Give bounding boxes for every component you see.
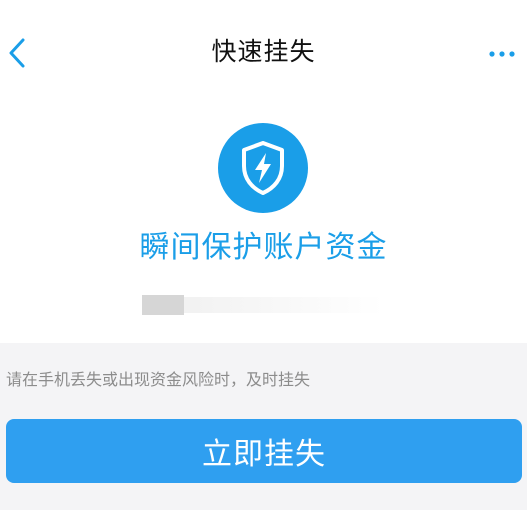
more-horizontal-icon [489,51,515,57]
shield-lightning-icon [218,123,308,213]
redaction-block [142,295,184,315]
top-card: 快速挂失 瞬间保护账户资金 [0,0,527,343]
redaction-blur [184,297,384,313]
page-title: 快速挂失 [211,37,316,66]
more-button[interactable] [487,44,519,64]
hint-text: 请在手机丢失或出现资金风险时，及时挂失 [6,370,311,389]
hero-tagline: 瞬间保护账户资金 [139,230,388,265]
masked-account-info [142,295,384,315]
report-lost-button[interactable]: 立即挂失 [6,419,522,483]
lost-report-page: 快速挂失 瞬间保护账户资金 请在手机丢失或出现资金风险时，及时挂失 立即挂失 [0,0,527,510]
